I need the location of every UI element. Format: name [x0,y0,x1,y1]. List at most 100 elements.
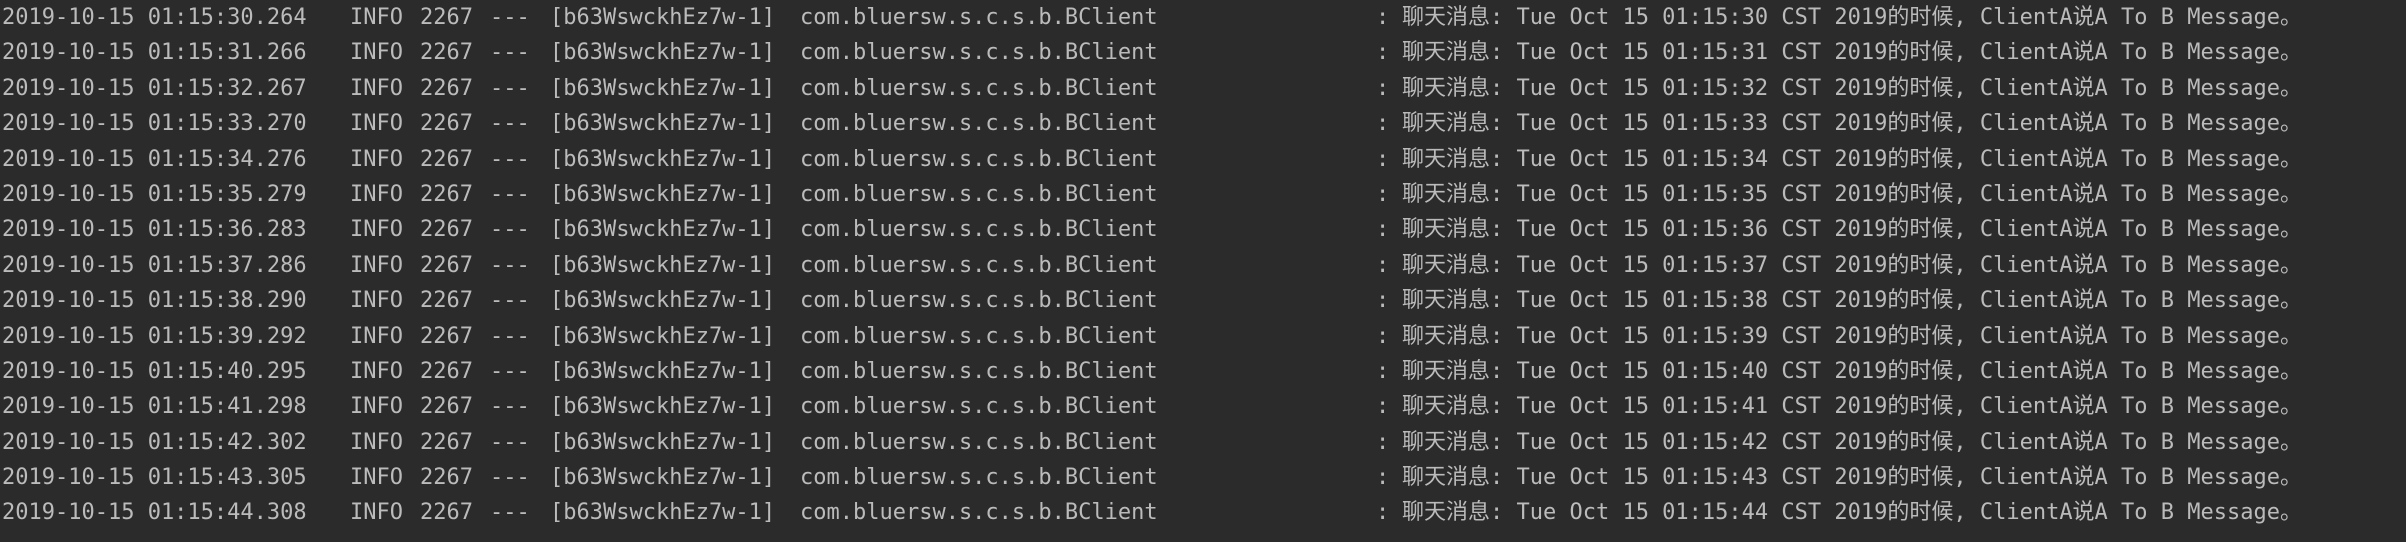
log-timestamp: 2019-10-15 01:15:39.292 [2,323,307,349]
log-pid: 2267 [420,394,473,420]
log-logger: com.bluersw.s.c.s.b.BClient [800,5,1158,30]
log-level: INFO [350,5,403,30]
log-separator: --- [490,181,530,207]
log-timestamp: 2019-10-15 01:15:37.286 [2,252,307,278]
log-pid: 2267 [420,111,473,137]
log-level: INFO [350,288,403,314]
log-line: 2019-10-15 01:15:44.308 INFO 2267 --- [b… [0,495,2406,530]
log-timestamp: 2019-10-15 01:15:31.266 [2,40,307,66]
log-logger: com.bluersw.s.c.s.b.BClient [800,111,1158,137]
log-colon: : [1376,323,1390,349]
log-timestamp: 2019-10-15 01:15:42.302 [2,429,307,455]
log-colon: : [1376,75,1390,101]
log-level: INFO [350,358,403,384]
log-thread: [b63WswckhEz7w-1] [550,288,776,314]
log-line: 2019-10-15 01:15:41.298 INFO 2267 --- [b… [0,389,2406,424]
log-pid: 2267 [420,252,473,278]
log-logger: com.bluersw.s.c.s.b.BClient [800,146,1158,172]
log-timestamp: 2019-10-15 01:15:38.290 [2,288,307,314]
log-level: INFO [350,323,403,349]
log-logger: com.bluersw.s.c.s.b.BClient [800,288,1158,314]
log-message: 聊天消息: Tue Oct 15 01:15:37 CST 2019的时候, C… [1402,252,2302,278]
log-pid: 2267 [420,323,473,349]
log-separator: --- [490,323,530,349]
log-pid: 2267 [420,181,473,207]
log-logger: com.bluersw.s.c.s.b.BClient [800,323,1158,349]
log-separator: --- [490,146,530,172]
log-separator: --- [490,465,530,491]
log-colon: : [1376,146,1390,172]
log-line: 2019-10-15 01:15:31.266 INFO 2267 --- [b… [0,35,2406,70]
log-colon: : [1376,394,1390,420]
log-logger: com.bluersw.s.c.s.b.BClient [800,465,1158,491]
log-line: 2019-10-15 01:15:30.264 INFO 2267 --- [b… [0,0,2406,35]
log-message: 聊天消息: Tue Oct 15 01:15:36 CST 2019的时候, C… [1402,217,2302,243]
log-line: 2019-10-15 01:15:37.286 INFO 2267 --- [b… [0,248,2406,283]
log-colon: : [1376,181,1390,207]
log-separator: --- [490,394,530,420]
log-line: 2019-10-15 01:15:35.279 INFO 2267 --- [b… [0,177,2406,212]
log-logger: com.bluersw.s.c.s.b.BClient [800,358,1158,384]
log-pid: 2267 [420,75,473,101]
log-colon: : [1376,358,1390,384]
log-message: 聊天消息: Tue Oct 15 01:15:32 CST 2019的时候, C… [1402,75,2302,101]
log-colon: : [1376,252,1390,278]
log-logger: com.bluersw.s.c.s.b.BClient [800,500,1158,526]
log-message: 聊天消息: Tue Oct 15 01:15:40 CST 2019的时候, C… [1402,358,2302,384]
log-level: INFO [350,429,403,455]
log-line: 2019-10-15 01:15:36.283 INFO 2267 --- [b… [0,212,2406,247]
log-timestamp: 2019-10-15 01:15:44.308 [2,500,307,526]
log-timestamp: 2019-10-15 01:15:32.267 [2,75,307,101]
log-thread: [b63WswckhEz7w-1] [550,75,776,101]
log-timestamp: 2019-10-15 01:15:41.298 [2,394,307,420]
log-pid: 2267 [420,288,473,314]
log-thread: [b63WswckhEz7w-1] [550,358,776,384]
log-colon: : [1376,5,1390,30]
log-colon: : [1376,429,1390,455]
log-message: 聊天消息: Tue Oct 15 01:15:34 CST 2019的时候, C… [1402,146,2302,172]
log-message: 聊天消息: Tue Oct 15 01:15:38 CST 2019的时候, C… [1402,288,2302,314]
log-logger: com.bluersw.s.c.s.b.BClient [800,217,1158,243]
log-thread: [b63WswckhEz7w-1] [550,40,776,66]
log-message: 聊天消息: Tue Oct 15 01:15:41 CST 2019的时候, C… [1402,394,2302,420]
log-pid: 2267 [420,146,473,172]
log-level: INFO [350,217,403,243]
log-pid: 2267 [420,5,473,30]
log-timestamp: 2019-10-15 01:15:43.305 [2,465,307,491]
log-level: INFO [350,252,403,278]
log-timestamp: 2019-10-15 01:15:30.264 [2,5,307,30]
log-line: 2019-10-15 01:15:33.270 INFO 2267 --- [b… [0,106,2406,141]
log-timestamp: 2019-10-15 01:15:34.276 [2,146,307,172]
log-separator: --- [490,75,530,101]
console-output[interactable]: 2019-10-15 01:15:30.264 INFO 2267 --- [b… [0,0,2406,542]
log-colon: : [1376,217,1390,243]
log-message: 聊天消息: Tue Oct 15 01:15:44 CST 2019的时候, C… [1402,500,2302,526]
log-thread: [b63WswckhEz7w-1] [550,429,776,455]
log-timestamp: 2019-10-15 01:15:35.279 [2,181,307,207]
log-separator: --- [490,217,530,243]
log-thread: [b63WswckhEz7w-1] [550,465,776,491]
log-thread: [b63WswckhEz7w-1] [550,217,776,243]
log-thread: [b63WswckhEz7w-1] [550,323,776,349]
log-separator: --- [490,358,530,384]
log-pid: 2267 [420,465,473,491]
log-timestamp: 2019-10-15 01:15:36.283 [2,217,307,243]
log-pid: 2267 [420,40,473,66]
log-separator: --- [490,252,530,278]
log-timestamp: 2019-10-15 01:15:40.295 [2,358,307,384]
log-separator: --- [490,500,530,526]
log-thread: [b63WswckhEz7w-1] [550,252,776,278]
log-pid: 2267 [420,429,473,455]
log-colon: : [1376,500,1390,526]
log-line: 2019-10-15 01:15:38.290 INFO 2267 --- [b… [0,283,2406,318]
log-separator: --- [490,111,530,137]
log-timestamp: 2019-10-15 01:15:33.270 [2,111,307,137]
log-separator: --- [490,5,530,30]
log-colon: : [1376,465,1390,491]
log-message: 聊天消息: Tue Oct 15 01:15:39 CST 2019的时候, C… [1402,323,2302,349]
log-pid: 2267 [420,217,473,243]
log-logger: com.bluersw.s.c.s.b.BClient [800,252,1158,278]
log-thread: [b63WswckhEz7w-1] [550,394,776,420]
log-thread: [b63WswckhEz7w-1] [550,5,776,30]
log-level: INFO [350,394,403,420]
